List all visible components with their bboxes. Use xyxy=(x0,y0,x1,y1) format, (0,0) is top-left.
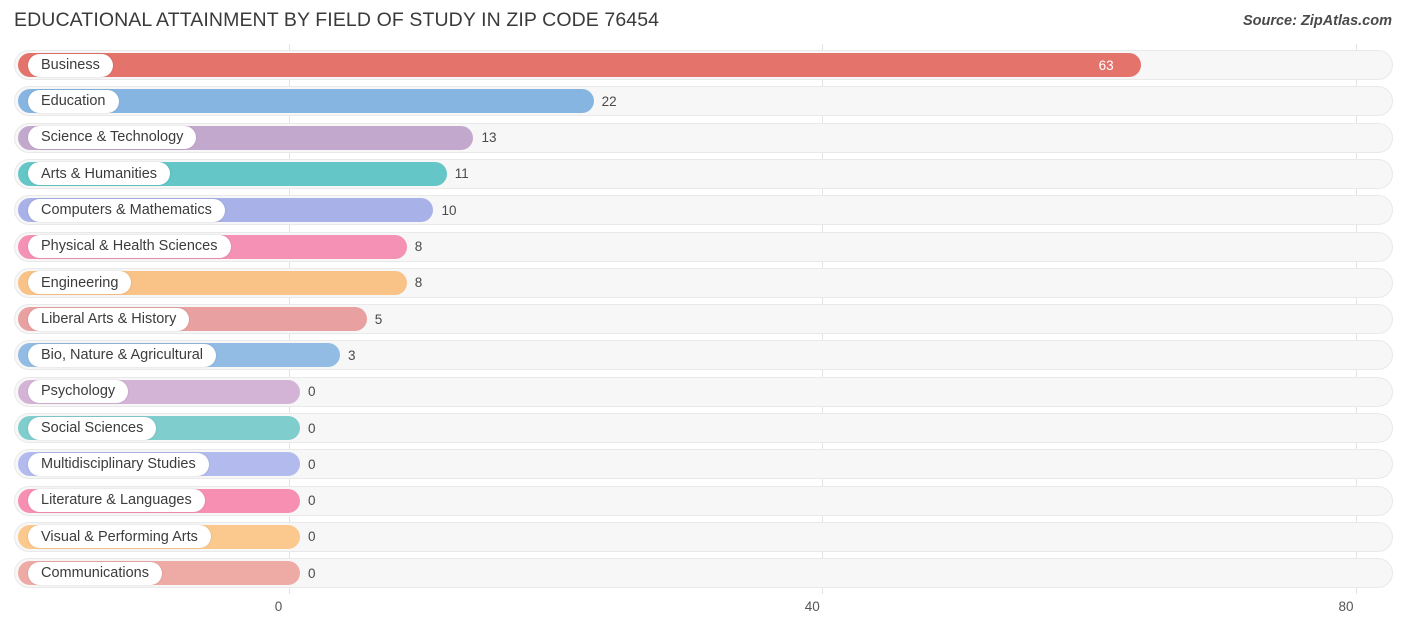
bar-label-pill: Literature & Languages xyxy=(28,489,205,513)
chart-container: EDUCATIONAL ATTAINMENT BY FIELD OF STUDY… xyxy=(0,0,1406,631)
table-row[interactable]: Computers & Mathematics 10 xyxy=(14,195,1393,226)
table-row[interactable]: Physical & Health Sciences 8 xyxy=(14,231,1393,262)
table-row[interactable]: Communications 0 xyxy=(14,558,1393,589)
bar-value-label: 0 xyxy=(308,493,316,509)
bar-value-label: 5 xyxy=(374,311,383,327)
bar-category-label: Physical & Health Sciences xyxy=(41,238,218,255)
bar-value-label: 0 xyxy=(308,456,316,472)
bar-category-label: Engineering xyxy=(41,274,119,291)
bar-label-pill: Physical & Health Sciences xyxy=(28,235,231,258)
table-row[interactable]: Multidisciplinary Studies 0 xyxy=(14,449,1393,480)
bar-value-label: 8 xyxy=(414,275,423,291)
x-tick-label: 40 xyxy=(804,599,820,614)
bar-value-label: 11 xyxy=(454,166,469,182)
bar-rows: Business 63 Education 22 Science & Technolog… xyxy=(0,44,1406,594)
bar-category-label: Education xyxy=(41,93,106,110)
source-attribution: Source: ZipAtlas.com xyxy=(1242,13,1392,29)
table-row[interactable]: Visual & Performing Arts 0 xyxy=(14,521,1393,552)
table-row[interactable]: Arts & Humanities 11 xyxy=(14,158,1393,189)
bar-label-pill: Education xyxy=(28,89,119,113)
bar-category-label: Bio, Nature & Agricultural xyxy=(41,347,203,364)
table-row[interactable]: Engineering 8 xyxy=(14,267,1393,298)
table-row[interactable]: Psychology 0 xyxy=(14,376,1393,407)
bar-label-pill: Science & Technology xyxy=(28,126,197,150)
table-row[interactable]: Education 22 xyxy=(14,86,1393,117)
chart-header: EDUCATIONAL ATTAINMENT BY FIELD OF STUDY… xyxy=(0,0,1406,44)
bar-category-label: Science & Technology xyxy=(41,129,184,146)
bar-category-label: Arts & Humanities xyxy=(41,165,158,182)
table-row[interactable]: Liberal Arts & History 5 xyxy=(14,304,1393,335)
table-row[interactable]: Science & Technology 13 xyxy=(14,122,1393,153)
bar-label-pill: Business xyxy=(28,53,113,77)
bar-label-pill: Psychology xyxy=(28,380,129,404)
bar-label-pill: Visual & Performing Arts xyxy=(28,525,211,549)
bar-label-pill: Engineering xyxy=(28,271,132,295)
bar-value-label: 10 xyxy=(441,202,457,218)
table-row[interactable]: Literature & Languages 0 xyxy=(14,485,1393,516)
bar-label-pill: Arts & Humanities xyxy=(28,162,171,186)
bar-category-label: Visual & Performing Arts xyxy=(41,528,198,545)
bar-category-label: Multidisciplinary Studies xyxy=(41,456,196,473)
bar-value-label: 13 xyxy=(481,130,497,146)
bar-value-label: 0 xyxy=(308,529,316,545)
bar-value-label: 0 xyxy=(308,420,316,436)
bar-category-label: Social Sciences xyxy=(41,419,144,436)
table-row[interactable]: Social Sciences 0 xyxy=(14,413,1393,443)
bar-label-pill: Bio, Nature & Agricultural xyxy=(28,343,216,367)
plot-area: Business 63 Education 22 Science & Technolog… xyxy=(0,44,1406,594)
bar-label-pill: Social Sciences xyxy=(28,416,157,440)
x-tick-label: 0 xyxy=(274,599,283,614)
bar-category-label: Computers & Mathematics xyxy=(41,201,212,218)
bar-category-label: Literature & Languages xyxy=(41,492,192,509)
bar-category-label: Business xyxy=(41,56,100,73)
bar-value-label: 63 xyxy=(1098,57,1114,73)
bar-category-label: Liberal Arts & History xyxy=(41,310,177,327)
bar-label-pill: Multidisciplinary Studies xyxy=(28,452,209,476)
table-row[interactable]: Bio, Nature & Agricultural 3 xyxy=(14,340,1393,371)
page-title: EDUCATIONAL ATTAINMENT BY FIELD OF STUDY… xyxy=(14,9,660,31)
x-tick-label: 80 xyxy=(1338,599,1354,614)
x-axis: 0 40 80 xyxy=(0,594,1406,631)
bar-value-label: 3 xyxy=(348,347,356,363)
bar-value-label: 0 xyxy=(308,384,316,400)
bar-value-label: 0 xyxy=(308,565,316,581)
bar-label-pill: Computers & Mathematics xyxy=(28,198,225,222)
bar-label-pill: Communications xyxy=(28,561,162,585)
bar-category-label: Psychology xyxy=(41,383,116,400)
bar-value-label: 8 xyxy=(414,239,423,254)
bar-category-label: Communications xyxy=(41,564,149,581)
bar-label-pill: Liberal Arts & History xyxy=(28,307,190,331)
table-row[interactable]: Business 63 xyxy=(14,50,1393,80)
bar-value-label: 22 xyxy=(601,93,617,109)
bar[interactable] xyxy=(18,53,1141,77)
